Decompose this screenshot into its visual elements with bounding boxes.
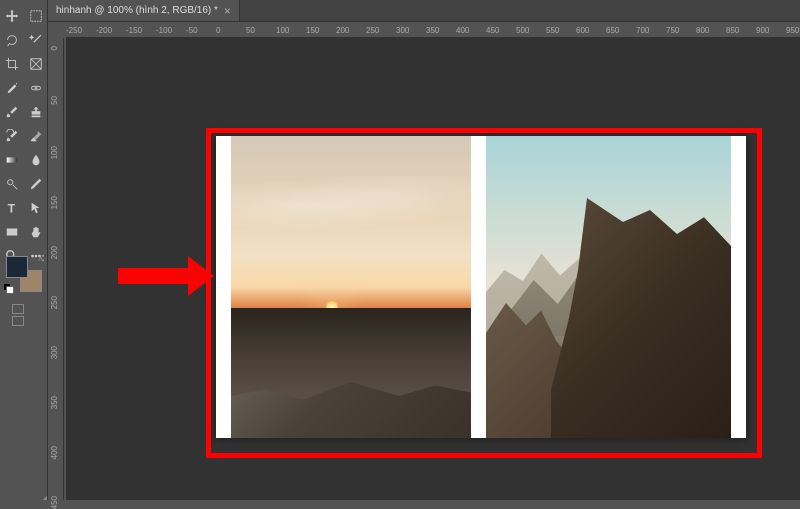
close-icon[interactable]: × [224,4,231,18]
move-tool[interactable] [1,5,23,27]
vertical-ruler[interactable]: 050100150200250300350400450 [48,38,64,500]
foreground-color[interactable] [6,256,28,278]
toolbox: T ⤭ [0,0,48,500]
lasso-tool[interactable] [1,29,23,51]
type-tool[interactable]: T [1,197,23,219]
clone-stamp-tool[interactable] [25,101,47,123]
pen-tool[interactable] [25,173,47,195]
horizontal-ruler[interactable]: -250-200-150-100-50050100150200250300350… [66,22,800,38]
blur-tool[interactable] [25,149,47,171]
path-select-tool[interactable] [25,197,47,219]
frame-tool[interactable] [25,53,47,75]
hand-tool[interactable] [25,221,47,243]
image-layer-2 [486,136,731,438]
color-swatches[interactable]: ⤭ [6,256,42,292]
magic-wand-tool[interactable] [25,29,47,51]
document-tab[interactable]: hinhanh @ 100% (hình 2, RGB/16) * × [48,0,240,21]
brush-tool[interactable] [1,101,23,123]
screen-mode-toggle[interactable] [12,316,24,326]
document-tab-title: hinhanh @ 100% (hình 2, RGB/16) * [56,5,218,16]
default-colors-icon[interactable] [4,284,14,294]
document-canvas[interactable] [216,136,746,438]
eraser-tool[interactable] [25,125,47,147]
quick-mask-section [0,300,48,330]
swap-colors-icon[interactable]: ⤭ [38,254,44,264]
healing-tool[interactable] [25,77,47,99]
gradient-tool[interactable] [1,149,23,171]
svg-text:T: T [8,201,16,215]
quick-mask-toggle[interactable] [12,304,24,314]
eyedropper-tool[interactable] [1,77,23,99]
history-brush-tool[interactable] [1,125,23,147]
dodge-tool[interactable] [1,173,23,195]
canvas-area[interactable] [66,38,800,500]
crop-tool[interactable] [1,53,23,75]
marquee-tool[interactable] [25,5,47,27]
rectangle-tool[interactable] [1,221,23,243]
image-layer-1 [231,136,471,438]
document-tab-bar: hinhanh @ 100% (hình 2, RGB/16) * × [48,0,800,22]
